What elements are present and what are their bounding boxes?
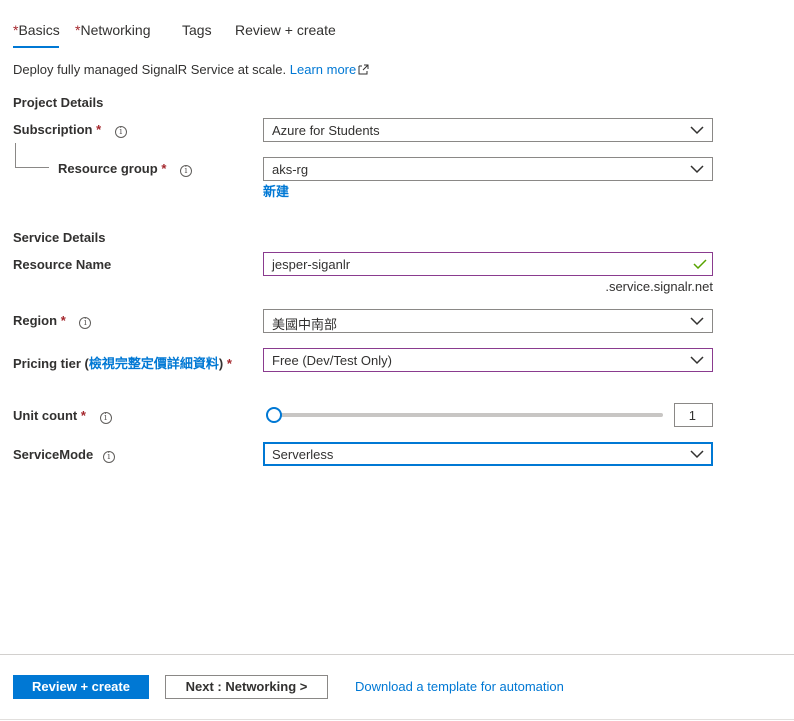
subscription-label: Subscription * i	[13, 122, 127, 138]
region-value: 美國中南部	[272, 317, 338, 332]
create-new-resource-group-link[interactable]: 新建	[263, 181, 289, 200]
tab-basics[interactable]: *Basics	[13, 22, 60, 46]
region-dropdown[interactable]: 美國中南部	[263, 309, 713, 333]
chevron-down-icon	[690, 165, 704, 174]
required-marker: *	[80, 408, 86, 423]
resource-group-dropdown[interactable]: aks-rg	[263, 157, 713, 181]
tab-tags-label: Tags	[182, 22, 212, 38]
tab-basics-label: Basics	[18, 22, 60, 38]
resource-group-value: aks-rg	[272, 162, 309, 177]
region-label-text: Region	[13, 313, 58, 328]
domain-suffix: .service.signalr.net	[605, 279, 713, 294]
info-icon[interactable]: i	[102, 451, 115, 463]
footer-bottom-divider	[0, 719, 794, 720]
info-icon[interactable]: i	[180, 165, 192, 177]
service-mode-label-text: ServiceMode	[13, 447, 94, 462]
subscription-dropdown[interactable]: Azure for Students	[263, 118, 713, 142]
resource-name-label: Resource Name	[13, 257, 112, 272]
region-label: Region * i	[13, 313, 92, 329]
resource-name-value: jesper-siganlr	[272, 257, 351, 272]
unit-count-slider-thumb[interactable]	[266, 407, 282, 423]
review-create-button[interactable]: Review + create	[13, 675, 149, 699]
tab-tags[interactable]: Tags	[182, 22, 212, 46]
description-text: Deploy fully managed SignalR Service at …	[13, 62, 287, 77]
learn-more-link[interactable]: Learn more	[290, 62, 369, 77]
pricing-tier-label-text: Pricing tier (	[13, 356, 89, 371]
tab-networking-label: Networking	[80, 22, 151, 38]
download-template-link[interactable]: Download a template for automation	[355, 679, 564, 694]
learn-more-label: Learn more	[289, 62, 357, 77]
tab-review-create[interactable]: Review + create	[235, 22, 336, 46]
subscription-value: Azure for Students	[272, 123, 380, 138]
required-marker: *	[96, 122, 102, 137]
resource-group-label: Resource group * i	[58, 161, 192, 177]
resource-name-input[interactable]: jesper-siganlr	[263, 252, 713, 276]
info-icon[interactable]: i	[79, 317, 92, 329]
service-mode-label: ServiceMode i	[13, 447, 115, 463]
required-marker: *	[161, 161, 167, 176]
info-icon[interactable]: i	[99, 412, 112, 424]
tree-connector	[15, 143, 49, 168]
chevron-down-icon	[690, 317, 704, 326]
description: Deploy fully managed SignalR Service at …	[13, 62, 369, 77]
unit-count-input[interactable]: 1	[674, 403, 713, 427]
required-marker: *	[60, 313, 66, 328]
tab-networking[interactable]: *Networking	[75, 22, 150, 46]
pricing-tier-label: Pricing tier (檢視完整定價詳細資料) *	[13, 353, 232, 372]
active-tab-indicator	[13, 46, 59, 48]
service-details-title: Service Details	[13, 230, 106, 245]
chevron-down-icon	[690, 356, 704, 365]
tab-review-create-label: Review + create	[235, 22, 336, 38]
unit-count-label: Unit count * i	[13, 408, 112, 424]
next-networking-button[interactable]: Next : Networking >	[165, 675, 328, 699]
info-icon[interactable]: i	[114, 126, 127, 138]
project-details-title: Project Details	[13, 95, 104, 110]
pricing-details-link[interactable]: 檢視完整定價詳細資料	[89, 356, 219, 371]
footer-divider	[0, 654, 794, 655]
pricing-tier-value: Free (Dev/Test Only)	[272, 353, 392, 368]
chevron-down-icon	[690, 126, 704, 135]
unit-count-label-text: Unit count	[13, 408, 78, 423]
required-marker: *	[226, 356, 232, 371]
unit-count-slider-track[interactable]	[274, 413, 663, 417]
chevron-down-icon	[690, 450, 704, 459]
service-mode-value: Serverless	[272, 447, 334, 462]
pricing-tier-dropdown[interactable]: Free (Dev/Test Only)	[263, 348, 713, 372]
service-mode-dropdown[interactable]: Serverless	[263, 442, 713, 466]
resource-group-label-text: Resource group	[58, 161, 158, 176]
subscription-label-text: Subscription	[13, 122, 93, 137]
checkmark-icon	[693, 259, 707, 269]
external-link-icon	[358, 64, 369, 75]
pricing-tier-label-close: )	[218, 356, 224, 371]
